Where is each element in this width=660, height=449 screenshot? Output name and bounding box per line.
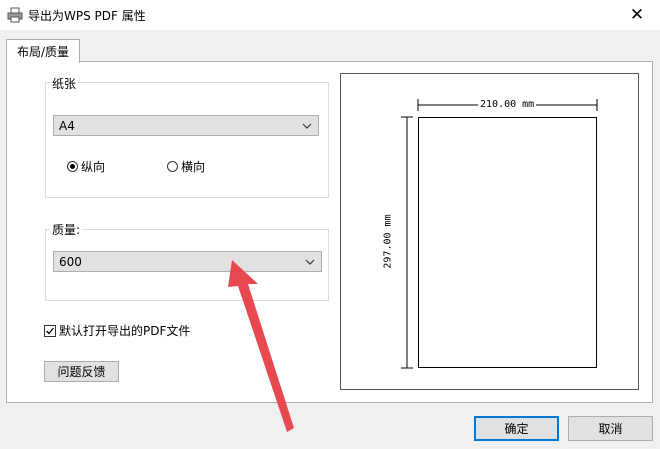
height-dimension-label: 297.00 mm [382, 212, 394, 271]
chevron-down-icon [302, 120, 312, 130]
chevron-down-icon [305, 256, 315, 266]
printer-icon [7, 7, 23, 23]
width-dimension-label: 210.00 mm [478, 99, 537, 110]
quality-value: 600 [59, 255, 82, 269]
paper-size-select[interactable]: A4 [53, 115, 319, 136]
quality-group-label: 质量: [50, 221, 83, 238]
close-icon: ✕ [629, 5, 645, 25]
portrait-radio[interactable]: 纵向 [67, 158, 105, 175]
landscape-label: 横向 [181, 160, 206, 174]
ok-button-label: 确定 [504, 422, 529, 436]
portrait-label: 纵向 [81, 160, 106, 174]
window-title: 导出为WPS PDF 属性 [28, 9, 146, 23]
feedback-button[interactable]: 问题反馈 [44, 361, 119, 382]
feedback-button-label: 问题反馈 [57, 365, 106, 379]
paper-group-label: 纸张 [50, 75, 79, 92]
paper-group [45, 82, 329, 198]
quality-select[interactable]: 600 [53, 251, 322, 272]
landscape-radio[interactable]: 横向 [167, 158, 205, 175]
ok-button[interactable]: 确定 [474, 416, 559, 441]
paper-size-value: A4 [59, 119, 75, 133]
checkbox-indicator [44, 324, 56, 337]
tab-label: 布局/质量 [16, 45, 70, 59]
landscape-radio-indicator [167, 161, 178, 172]
cancel-button-label: 取消 [598, 422, 623, 436]
title-bar: 导出为WPS PDF 属性 ✕ [0, 0, 660, 30]
open-after-export-label: 默认打开导出的PDF文件 [59, 324, 191, 338]
page-preview: 210.00 mm 297.00 mm [340, 73, 639, 390]
cancel-button[interactable]: 取消 [568, 416, 653, 441]
tab-layout-quality[interactable]: 布局/质量 [6, 39, 80, 63]
close-button[interactable]: ✕ [614, 0, 660, 30]
open-after-export-checkbox[interactable]: 默认打开导出的PDF文件 [44, 322, 190, 339]
portrait-radio-indicator [67, 161, 78, 172]
